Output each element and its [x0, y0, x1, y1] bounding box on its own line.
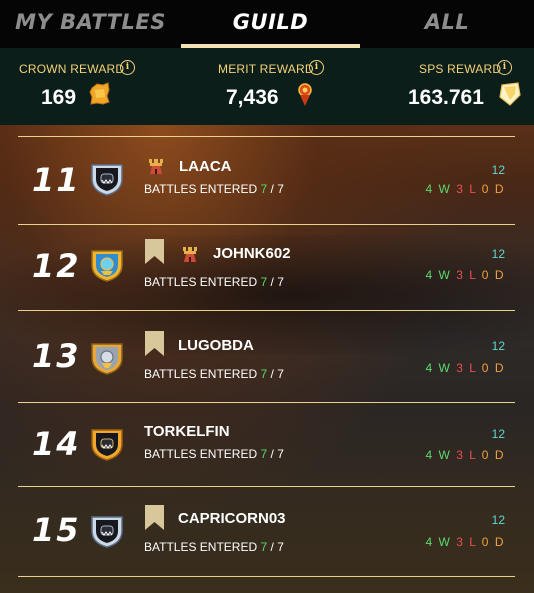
merit-reward-value: 7,436	[226, 86, 279, 109]
battles-entered-label: BATTLES ENTERED	[144, 540, 258, 554]
wins-count: 4	[425, 535, 434, 549]
battles-total-count: 7	[277, 182, 284, 196]
battles-entered-label: BATTLES ENTERED	[144, 275, 258, 289]
win-loss-draw: 4 W 3 L 0 D	[425, 182, 505, 196]
tab-my-battles[interactable]: MY BATTLES	[0, 0, 181, 48]
draws-count: 0	[481, 448, 490, 462]
crown-reward: CROWN REWARD i 169	[0, 48, 178, 125]
wins-count: 4	[425, 361, 434, 375]
merit-reward-label: MERIT REWARD	[218, 62, 314, 76]
losses-count: 3	[456, 268, 465, 282]
leaderboard-row[interactable]: 15 CAPRICORN03 BATTLES ENTERED 7 / 7 12 …	[0, 487, 534, 575]
win-loss-draw: 4 W 3 L 0 D	[425, 535, 505, 549]
player-score: 12	[491, 247, 505, 261]
rewards-panel: CROWN REWARD i 169 MERIT REWARD i 7,436 …	[0, 48, 534, 125]
crown-reward-label: CROWN REWARD	[19, 62, 125, 76]
player-name[interactable]: CAPRICORN03	[178, 510, 286, 527]
blue-gold-avatar	[91, 250, 123, 282]
losses-count: 3	[456, 361, 465, 375]
player-name[interactable]: JOHNK602	[213, 245, 291, 262]
leaderboard-row[interactable]: 14 TORKELFIN BATTLES ENTERED 7 / 7 12 4 …	[0, 403, 534, 491]
merit-reward-icon	[298, 83, 312, 106]
losses-count: 3	[456, 182, 465, 196]
draws-count: 0	[481, 361, 490, 375]
sps-reward: SPS REWARD i 163.761	[356, 48, 534, 125]
player-score: 12	[491, 427, 505, 441]
draws-count: 0	[481, 182, 490, 196]
battles-entered: BATTLES ENTERED 7 / 7	[144, 367, 284, 381]
player-name[interactable]: TORKELFIN	[144, 423, 230, 440]
black-skull-avatar	[91, 164, 123, 196]
battles-total-count: 7	[277, 275, 284, 289]
win-loss-draw: 4 W 3 L 0 D	[425, 448, 505, 462]
battles-entered-label: BATTLES ENTERED	[144, 447, 258, 461]
battles-entered-count: 7	[260, 367, 268, 381]
tower-icon	[149, 159, 163, 174]
banner-icon	[145, 505, 164, 530]
battles-total-count: 7	[277, 540, 284, 554]
battles-entered-count: 7	[260, 540, 268, 554]
black-skull-avatar	[91, 516, 123, 548]
win-loss-draw: 4 W 3 L 0 D	[425, 361, 505, 375]
draws-count: 0	[481, 268, 490, 282]
win-loss-draw: 4 W 3 L 0 D	[425, 268, 505, 282]
crown-reward-icon	[89, 82, 110, 105]
player-score: 12	[491, 163, 505, 177]
player-name[interactable]: LAACA	[179, 158, 232, 175]
battles-entered: BATTLES ENTERED 7 / 7	[144, 275, 284, 289]
tab-guild[interactable]: GUILD	[181, 0, 360, 48]
battles-total-count: 7	[277, 447, 284, 461]
battles-entered: BATTLES ENTERED 7 / 7	[144, 447, 284, 461]
banner-icon	[145, 239, 164, 264]
battles-total-count: 7	[277, 367, 284, 381]
leaderboard-row[interactable]: 13 LUGOBDA BATTLES ENTERED 7 / 7 12 4 W …	[0, 311, 534, 399]
sps-reward-icon	[499, 82, 521, 106]
info-icon[interactable]: i	[497, 60, 512, 75]
info-icon[interactable]: i	[120, 60, 135, 75]
wins-count: 4	[425, 268, 434, 282]
merit-reward: MERIT REWARD i 7,436	[178, 48, 356, 125]
battles-entered-count: 7	[260, 447, 268, 461]
rank-number: 14	[32, 425, 81, 463]
player-score: 12	[491, 339, 505, 353]
battles-entered-count: 7	[260, 182, 268, 196]
row-divider	[18, 576, 515, 577]
rank-number: 13	[32, 337, 81, 375]
leaderboard-row[interactable]: 12 JOHNK602 BATTLES ENTERED 7 / 7 12 4 W…	[0, 225, 534, 313]
tower-icon	[183, 247, 197, 262]
player-score: 12	[491, 513, 505, 527]
tab-bar: MY BATTLES GUILD ALL	[0, 0, 534, 48]
draws-count: 0	[481, 535, 490, 549]
wins-count: 4	[425, 448, 434, 462]
battles-entered-label: BATTLES ENTERED	[144, 367, 258, 381]
battles-entered-label: BATTLES ENTERED	[144, 182, 258, 196]
info-icon[interactable]: i	[309, 60, 324, 75]
battles-entered-count: 7	[260, 275, 268, 289]
sps-reward-label: SPS REWARD	[419, 62, 502, 76]
banner-icon	[145, 331, 164, 356]
tab-all[interactable]: ALL	[360, 0, 534, 48]
battles-entered: BATTLES ENTERED 7 / 7	[144, 540, 284, 554]
silver-gold-avatar	[91, 343, 123, 375]
orange-skull-avatar	[91, 429, 123, 461]
leaderboard-row[interactable]: 11 LAACA BATTLES ENTERED 7 / 7 12 4 W 3 …	[0, 137, 534, 225]
losses-count: 3	[456, 448, 465, 462]
rank-number: 12	[32, 247, 81, 285]
wins-count: 4	[425, 182, 434, 196]
sps-reward-value: 163.761	[408, 86, 484, 109]
player-name[interactable]: LUGOBDA	[178, 337, 254, 354]
losses-count: 3	[456, 535, 465, 549]
rank-number: 11	[32, 161, 81, 199]
battles-entered: BATTLES ENTERED 7 / 7	[144, 182, 284, 196]
rank-number: 15	[32, 511, 81, 549]
crown-reward-value: 169	[41, 86, 77, 109]
